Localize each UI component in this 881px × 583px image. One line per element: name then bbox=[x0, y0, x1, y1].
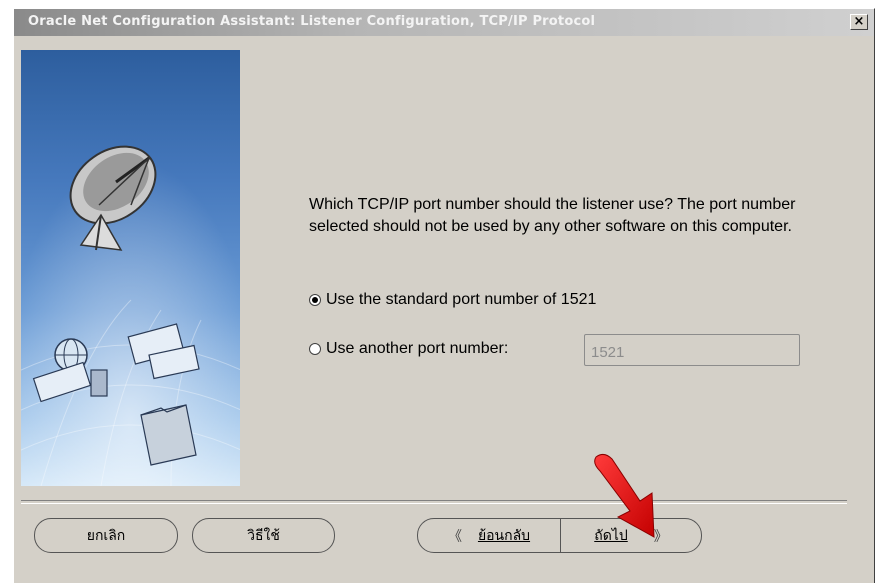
wizard-side-image bbox=[21, 50, 240, 486]
side-illustration bbox=[21, 50, 240, 486]
close-button[interactable]: × bbox=[850, 14, 868, 30]
help-button[interactable]: วิธีใช้ bbox=[192, 518, 335, 553]
window-title: Oracle Net Configuration Assistant: List… bbox=[28, 14, 596, 29]
standard-port-label: Use the standard port number of 1521 bbox=[326, 291, 597, 308]
back-button-label: ย้อนกลับ bbox=[477, 527, 531, 544]
port-number-field[interactable]: 1521 bbox=[584, 334, 800, 366]
red-arrow-annotation bbox=[594, 453, 655, 538]
other-port-label: Use another port number: bbox=[326, 340, 509, 357]
other-port-option[interactable]: Use another port number: bbox=[309, 340, 508, 358]
help-button-label: วิธีใช้ bbox=[247, 527, 280, 544]
cancel-button-label: ยกเลิก bbox=[86, 527, 126, 544]
standard-port-option[interactable]: Use the standard port number of 1521 bbox=[309, 291, 596, 309]
button-divider bbox=[21, 500, 847, 504]
cancel-button[interactable]: ยกเลิก bbox=[34, 518, 178, 553]
close-icon: × bbox=[853, 14, 865, 29]
other-port-radio[interactable] bbox=[309, 343, 321, 355]
folder-icon bbox=[140, 404, 197, 466]
title-bar[interactable]: Oracle Net Configuration Assistant: List… bbox=[14, 9, 874, 36]
question-text: Which TCP/IP port number should the list… bbox=[309, 196, 796, 235]
back-chevron-icon: 《 bbox=[447, 528, 462, 545]
standard-port-radio[interactable] bbox=[309, 294, 321, 306]
back-button[interactable]: 《 ย้อนกลับ bbox=[417, 518, 561, 553]
